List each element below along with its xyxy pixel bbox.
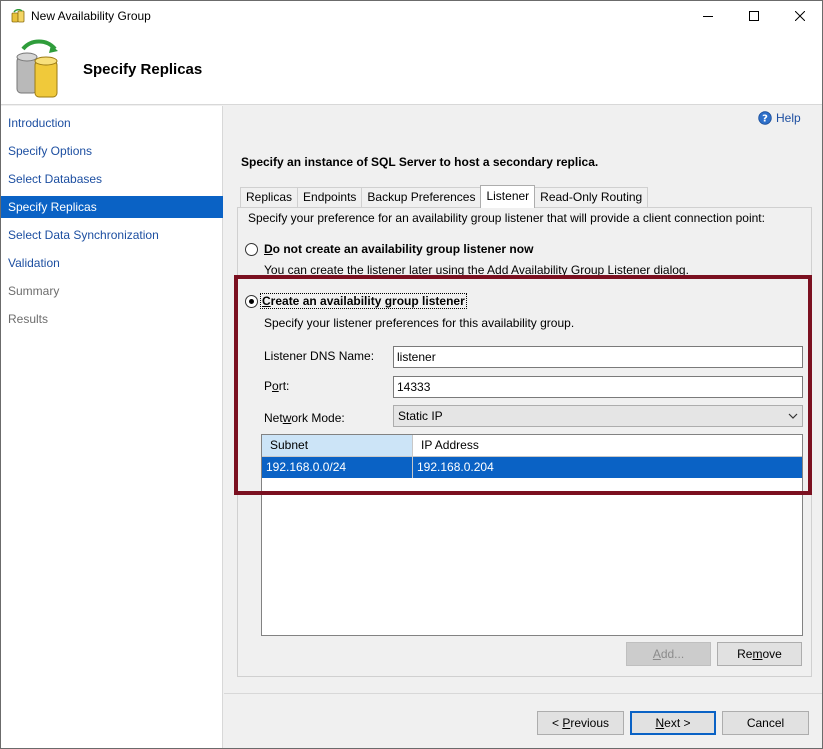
help-link[interactable]: ? Help [758,111,801,125]
grid-header: Subnet IP Address [262,435,802,457]
dns-name-input[interactable]: listener [393,346,803,368]
network-mode-label: Network Mode: [264,411,345,425]
cancel-button[interactable]: Cancel [722,711,809,735]
wizard-header: Specify Replicas [1,31,822,105]
sidebar-item-select-databases[interactable]: Select Databases [1,168,223,190]
tab-backup-preferences[interactable]: Backup Preferences [361,187,482,208]
port-label: Port: [264,379,290,393]
subnet-cell: 192.168.0.0/24 [266,460,347,474]
ip-address-cell: 192.168.0.204 [417,460,494,474]
close-button[interactable] [777,1,823,31]
page-title: Specify Replicas [83,61,203,78]
no-listener-label[interactable]: Do not create an availability group list… [264,242,533,256]
availability-group-app-icon [11,8,25,23]
minimize-icon [703,16,713,17]
sidebar-item-specify-options[interactable]: Specify Options [1,140,223,162]
wizard-sidebar: Introduction Specify Options Select Data… [1,106,223,748]
title-bar[interactable]: New Availability Group [1,1,822,31]
add-button[interactable]: Add... [626,642,711,666]
sidebar-item-select-data-synchronization[interactable]: Select Data Synchronization [1,224,223,246]
network-mode-select[interactable]: Static IP [393,405,803,427]
minimize-button[interactable] [685,1,731,31]
create-listener-radio[interactable] [245,295,258,308]
listener-intro-text: Specify your preference for an availabil… [248,211,765,225]
create-listener-help: Specify your listener preferences for th… [264,316,575,330]
table-row[interactable]: 192.168.0.0/24 192.168.0.204 [262,457,802,478]
sidebar-item-results: Results [8,312,49,326]
dns-name-label: Listener DNS Name: [264,349,375,363]
sidebar-item-summary: Summary [8,284,60,298]
wizard-window: New Availability Group Specify Replicas … [0,0,823,749]
column-divider [412,435,413,478]
help-icon: ? [758,111,772,125]
port-input[interactable]: 14333 [393,376,803,398]
remove-button[interactable]: Remove [717,642,802,666]
no-listener-radio[interactable] [245,243,258,256]
instruction-text: Specify an instance of SQL Server to hos… [241,155,599,169]
sidebar-item-validation[interactable]: Validation [1,252,223,274]
tab-replicas[interactable]: Replicas [240,187,299,208]
create-listener-label[interactable]: Create an availability group listener [260,293,467,309]
network-mode-value: Static IP [398,409,443,423]
maximize-button[interactable] [731,1,777,31]
replica-tabs: Replicas Endpoints Backup Preferences Li… [240,185,649,208]
tab-endpoints[interactable]: Endpoints [297,187,363,208]
tab-listener[interactable]: Listener [480,185,536,208]
no-listener-help: You can create the listener later using … [264,263,689,277]
window-title: New Availability Group [31,9,151,23]
help-label: Help [776,111,801,125]
footer-divider [224,693,822,694]
column-header-ip-address[interactable]: IP Address [413,435,802,456]
sidebar-item-introduction[interactable]: Introduction [1,112,223,134]
sidebar-item-specify-replicas[interactable]: Specify Replicas [1,196,223,218]
chevron-down-icon [788,413,798,419]
tab-read-only-routing[interactable]: Read-Only Routing [534,187,649,208]
svg-text:?: ? [762,114,768,125]
database-replica-icon [13,39,65,99]
subnet-grid[interactable]: Subnet IP Address 192.168.0.0/24 192.168… [261,434,803,636]
previous-button[interactable]: < Previous [537,711,624,735]
next-button[interactable]: Next > [630,711,716,735]
maximize-icon [749,11,759,21]
column-header-subnet[interactable]: Subnet [262,435,412,456]
close-icon [795,11,805,21]
